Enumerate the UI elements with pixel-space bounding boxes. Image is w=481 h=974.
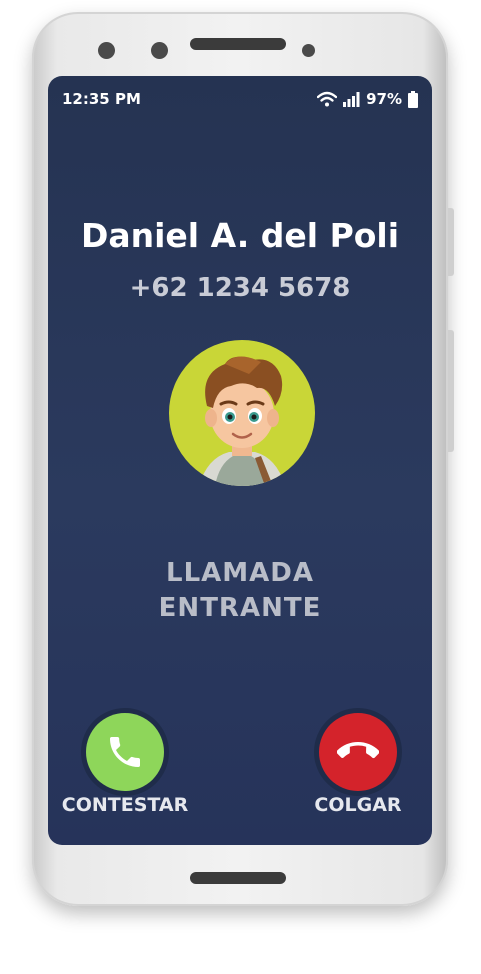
earpiece-speaker [190,38,286,50]
phone-frame: 12:35 PM 97% Daniel A. del Poli +62 1234… [32,12,454,906]
answer-label: CONTESTAR [61,794,189,816]
call-screen: 12:35 PM 97% Daniel A. del Poli +62 1234… [48,76,432,845]
status-indicators: 97% [317,90,418,108]
answer-button[interactable] [81,708,169,796]
call-status: LLAMADA ENTRANTE [48,556,432,626]
status-bar: 12:35 PM 97% [62,90,418,110]
side-button-upper [448,208,454,276]
decline-button[interactable] [314,708,402,796]
front-camera [98,42,115,59]
caller-number: +62 1234 5678 [129,273,351,303]
side-button-lower [448,330,454,452]
battery-percent: 97% [366,90,402,108]
signal-icon [343,91,360,107]
phone-hangup-icon [337,742,379,759]
phone-answer-icon [110,737,140,767]
call-status-line-2: ENTRANTE [158,593,322,623]
proximity-sensor [302,44,315,57]
wifi-icon [317,91,338,107]
caller-name: Daniel A. del Poli [80,216,400,255]
front-sensor [151,42,168,59]
caller-avatar [169,340,315,486]
status-time: 12:35 PM [62,90,141,108]
decline-label: COLGAR [314,794,402,816]
bottom-speaker [190,872,286,884]
battery-icon [408,90,418,108]
call-status-line-1: LLAMADA [166,558,314,588]
